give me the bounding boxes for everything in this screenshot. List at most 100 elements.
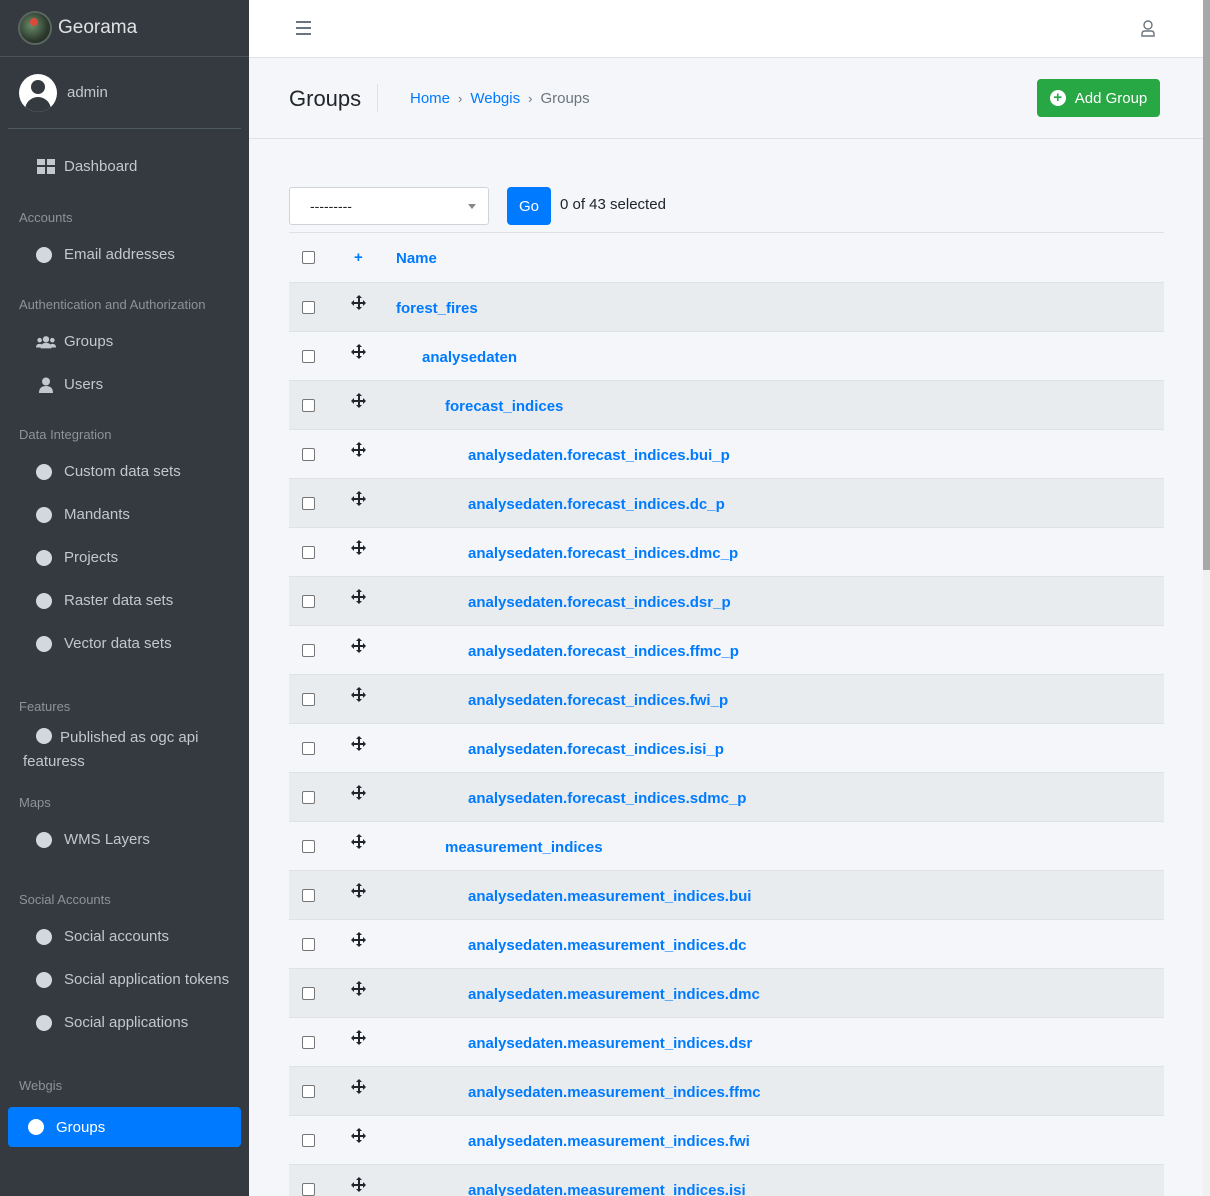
breadcrumb-separator: › — [528, 91, 533, 106]
drag-handle-icon[interactable] — [351, 442, 366, 457]
drag-handle-icon[interactable] — [351, 883, 366, 898]
brand-name: Georama — [58, 17, 138, 38]
group-name-link[interactable]: analysedaten.forecast_indices.ffmc_p — [468, 643, 739, 660]
table-row: analysedaten.measurement_indices.bui — [289, 870, 1164, 919]
sidebar-item-wms-layers[interactable]: WMS Layers — [8, 818, 241, 861]
group-name-link[interactable]: analysedaten.measurement_indices.dc — [468, 937, 746, 954]
drag-handle-icon[interactable] — [351, 295, 366, 310]
group-name-link[interactable]: analysedaten.measurement_indices.bui — [468, 888, 751, 905]
sidebar-item-label: Raster data sets — [64, 592, 174, 609]
group-name-link[interactable]: analysedaten.forecast_indices.dsr_p — [468, 594, 731, 611]
select-all-checkbox[interactable] — [302, 251, 315, 264]
group-name-link[interactable]: forecast_indices — [445, 398, 563, 415]
table-row: analysedaten.measurement_indices.ffmc — [289, 1066, 1164, 1115]
group-name-link[interactable]: analysedaten.forecast_indices.bui_p — [468, 447, 730, 464]
sidebar-item-social-application-tokens[interactable]: Social application tokens — [8, 958, 241, 1001]
drag-handle-icon[interactable] — [351, 981, 366, 996]
row-checkbox[interactable] — [302, 546, 315, 559]
sidebar-item-ogc-api-features[interactable]: Published as ogc api featuress — [8, 722, 241, 774]
breadcrumb-webgis[interactable]: Webgis — [470, 90, 520, 107]
menu-toggle-icon[interactable] — [296, 21, 311, 39]
group-name-link[interactable]: analysedaten — [422, 349, 517, 366]
sidebar-item-dashboard[interactable]: Dashboard — [8, 143, 241, 189]
group-name-link[interactable]: analysedaten.forecast_indices.sdmc_p — [468, 790, 746, 807]
sidebar-item-email-addresses[interactable]: Email addresses — [8, 233, 241, 276]
group-name-link[interactable]: forest_fires — [396, 300, 478, 317]
drag-handle-icon[interactable] — [351, 1128, 366, 1143]
row-checkbox[interactable] — [302, 1085, 315, 1098]
group-name-link[interactable]: measurement_indices — [445, 839, 603, 856]
row-checkbox[interactable] — [302, 301, 315, 314]
group-name-link[interactable]: analysedaten.measurement_indices.dmc — [468, 986, 760, 1003]
drag-handle-icon[interactable] — [351, 540, 366, 555]
group-name-link[interactable]: analysedaten.measurement_indices.ffmc — [468, 1084, 761, 1101]
drag-handle-icon[interactable] — [351, 736, 366, 751]
row-checkbox[interactable] — [302, 693, 315, 706]
group-name-link[interactable]: analysedaten.forecast_indices.dc_p — [468, 496, 725, 513]
sidebar-item-custom-data-sets[interactable]: Custom data sets — [8, 450, 241, 493]
brand-link[interactable]: Georama — [0, 0, 249, 57]
group-name-link[interactable]: analysedaten.forecast_indices.dmc_p — [468, 545, 738, 562]
sidebar-item-social-accounts[interactable]: Social accounts — [8, 915, 241, 958]
sidebar-item-label: Vector data sets — [64, 635, 172, 652]
drag-handle-icon[interactable] — [351, 834, 366, 849]
drag-handle-icon[interactable] — [351, 785, 366, 800]
table-row: analysedaten — [289, 331, 1164, 380]
row-checkbox[interactable] — [302, 448, 315, 461]
groups-table: + Name forest_fires analysedaten forecast_… — [289, 233, 1164, 1196]
drag-handle-icon[interactable] — [351, 932, 366, 947]
add-group-button[interactable]: + Add Group — [1037, 79, 1160, 117]
row-checkbox[interactable] — [302, 889, 315, 902]
drag-handle-icon[interactable] — [351, 344, 366, 359]
row-checkbox[interactable] — [302, 742, 315, 755]
row-checkbox[interactable] — [302, 1183, 315, 1196]
sidebar-item-label: Email addresses — [64, 246, 175, 263]
group-name-link[interactable]: analysedaten.measurement_indices.isi — [468, 1182, 746, 1196]
sidebar-item-social-applications[interactable]: Social applications — [8, 1001, 241, 1044]
drag-handle-icon[interactable] — [351, 1079, 366, 1094]
drag-handle-icon[interactable] — [351, 1177, 366, 1192]
go-button[interactable]: Go — [507, 187, 551, 225]
row-checkbox[interactable] — [302, 840, 315, 853]
sidebar-item-mandants[interactable]: Mandants — [8, 493, 241, 536]
group-name-link[interactable]: analysedaten.forecast_indices.fwi_p — [468, 692, 728, 709]
expand-all-toggle[interactable]: + — [354, 249, 363, 266]
drag-handle-icon[interactable] — [351, 393, 366, 408]
row-checkbox[interactable] — [302, 791, 315, 804]
name-column-header[interactable]: Name — [396, 250, 437, 267]
top-navbar — [249, 0, 1203, 58]
row-checkbox[interactable] — [302, 644, 315, 657]
group-name-link[interactable]: analysedaten.measurement_indices.dsr — [468, 1035, 752, 1052]
user-panel[interactable]: admin — [8, 57, 241, 129]
drag-handle-icon[interactable] — [351, 491, 366, 506]
sidebar: Georama admin Dashboard Accounts Email a… — [0, 0, 249, 1196]
sidebar-item-vector-data-sets[interactable]: Vector data sets — [8, 622, 241, 665]
row-checkbox[interactable] — [302, 1036, 315, 1049]
user-menu-icon[interactable] — [1141, 20, 1155, 42]
table-row: analysedaten.forecast_indices.dc_p — [289, 478, 1164, 527]
table-row: analysedaten.forecast_indices.sdmc_p — [289, 772, 1164, 821]
row-checkbox[interactable] — [302, 497, 315, 510]
row-checkbox[interactable] — [302, 595, 315, 608]
row-checkbox[interactable] — [302, 1134, 315, 1147]
sidebar-item-projects[interactable]: Projects — [8, 536, 241, 579]
group-name-link[interactable]: analysedaten.forecast_indices.isi_p — [468, 741, 724, 758]
sidebar-item-auth-groups[interactable]: Groups — [8, 320, 241, 363]
action-select[interactable]: --------- — [289, 187, 489, 225]
sidebar-item-users[interactable]: Users — [8, 363, 241, 406]
row-checkbox[interactable] — [302, 938, 315, 951]
drag-handle-icon[interactable] — [351, 1030, 366, 1045]
drag-handle-icon[interactable] — [351, 638, 366, 653]
sidebar-item-webgis-groups[interactable]: Groups — [8, 1107, 241, 1147]
group-name-link[interactable]: analysedaten.measurement_indices.fwi — [468, 1133, 750, 1150]
table-row: analysedaten.forecast_indices.ffmc_p — [289, 625, 1164, 674]
drag-handle-icon[interactable] — [351, 687, 366, 702]
row-checkbox[interactable] — [302, 987, 315, 1000]
sidebar-item-raster-data-sets[interactable]: Raster data sets — [8, 579, 241, 622]
drag-handle-icon[interactable] — [351, 589, 366, 604]
row-checkbox[interactable] — [302, 399, 315, 412]
breadcrumb-home[interactable]: Home — [410, 90, 450, 107]
scrollbar-thumb[interactable] — [1203, 0, 1210, 570]
scrollbar[interactable] — [1203, 0, 1210, 1196]
row-checkbox[interactable] — [302, 350, 315, 363]
